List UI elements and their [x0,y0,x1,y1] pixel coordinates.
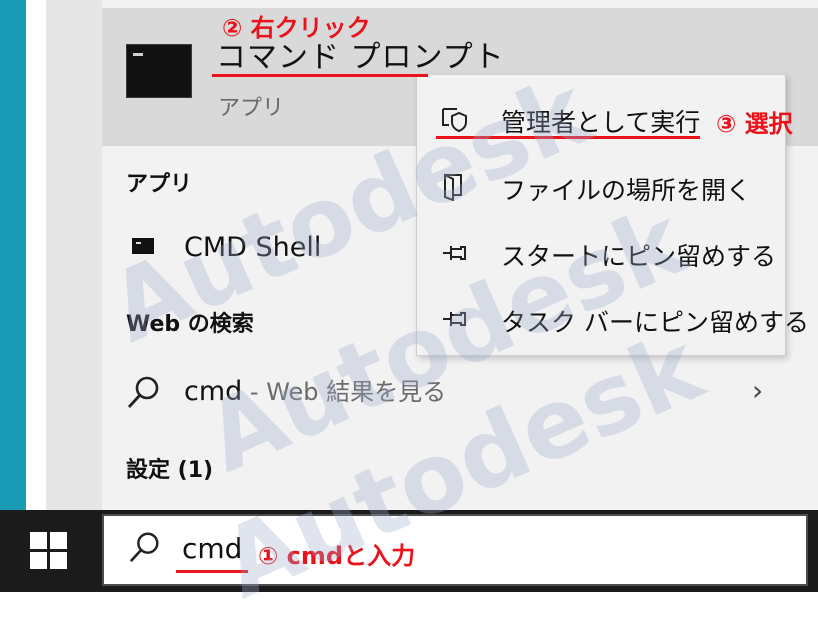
search-icon [127,376,159,408]
web-search-suffix: - Web 結果を見る [242,378,447,406]
best-match-subtitle: アプリ [218,96,285,121]
web-search-query: cmd [184,376,243,407]
start-menu-rail [46,0,103,510]
command-prompt-icon [126,44,192,98]
menu-item-pin-to-taskbar[interactable]: タスク バーにピン留めする [417,289,809,349]
annotation-underline-title [212,74,428,77]
annotation-underline-run-as-admin [436,136,700,139]
menu-item-label: 管理者として実行 [501,108,701,137]
section-web-search-header: Web の検索 [126,312,254,337]
desktop-background [0,0,26,510]
pin-icon [443,312,466,326]
menu-item-pin-to-start[interactable]: スタートにピン留めする [417,223,785,283]
desktop-edge [26,0,46,510]
annotation-step1-type-cmd: ① cmdと入力 [258,542,416,570]
cmd-shell-icon [132,238,154,254]
section-settings-header[interactable]: 設定 (1) [126,452,213,484]
menu-item-label: ファイルの場所を開く [501,176,752,205]
pin-icon [443,246,466,260]
shield-run-as-admin-icon [442,108,467,133]
search-icon [129,532,159,563]
folder-open-icon [444,173,462,201]
web-search-result[interactable]: cmd - Web 結果を見る [184,372,446,407]
menu-item-open-file-location[interactable]: ファイルの場所を開く [417,157,785,217]
windows-start-icon[interactable] [30,532,68,570]
menu-item-label: スタートにピン留めする [501,242,777,271]
menu-item-label: タスク バーにピン留めする [501,308,809,337]
search-input[interactable]: cmd [182,532,242,565]
annotation-step3-select: ③ 選択 [716,110,793,138]
annotation-underline-search [176,570,248,573]
chevron-right-icon[interactable]: › [752,374,763,407]
annotation-step2-right-click: ② 右クリック [222,14,371,42]
section-apps-header: アプリ [126,172,193,197]
app-item-cmd-shell[interactable]: CMD Shell [184,232,321,263]
